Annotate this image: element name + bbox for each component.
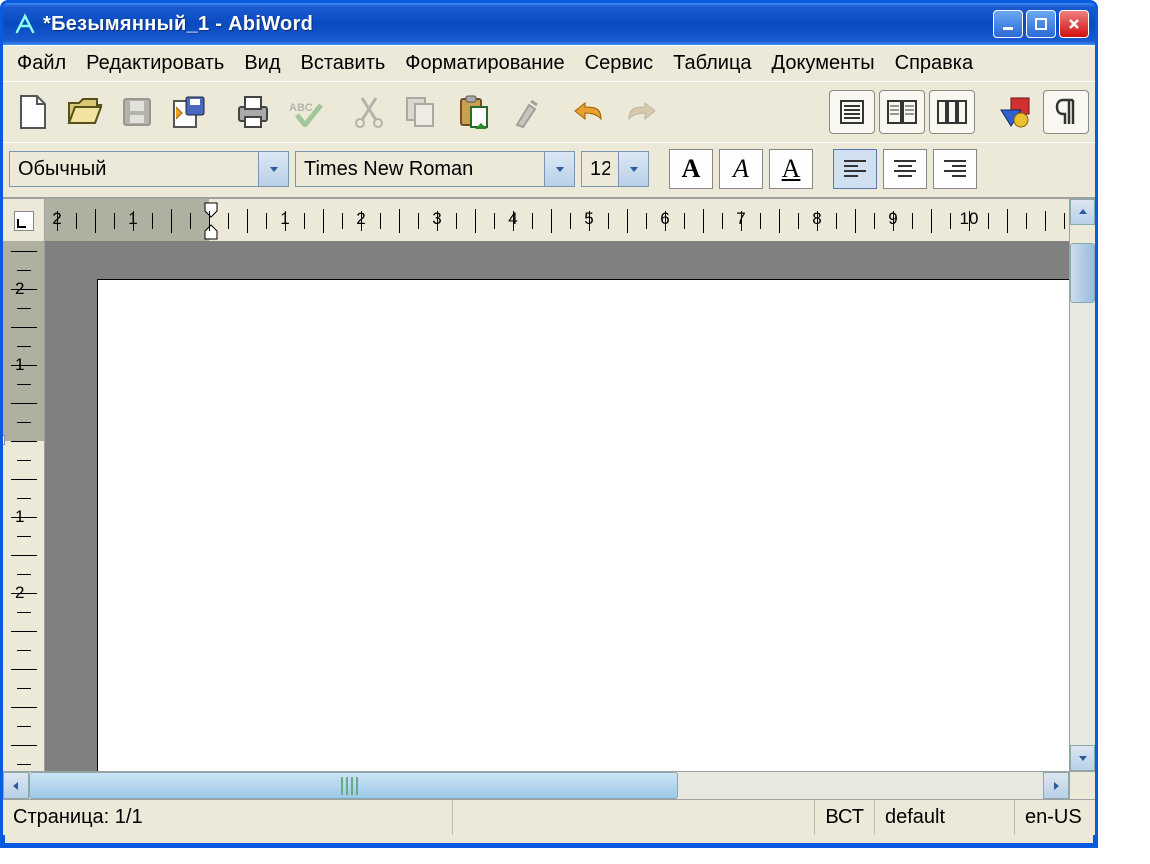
- style-combo[interactable]: [9, 151, 289, 187]
- italic-button[interactable]: А: [719, 149, 763, 189]
- shapes-button[interactable]: [991, 88, 1039, 136]
- document-viewport[interactable]: [45, 241, 1069, 771]
- menu-format[interactable]: Форматирование: [395, 48, 574, 79]
- show-paragraph-button[interactable]: [1043, 90, 1089, 134]
- vertical-ruler[interactable]: 2112: [3, 241, 45, 771]
- undo-button[interactable]: [565, 88, 613, 136]
- save-as-button[interactable]: [165, 88, 213, 136]
- menu-help[interactable]: Справка: [885, 48, 983, 79]
- bold-button[interactable]: А: [669, 149, 713, 189]
- vertical-scrollbar[interactable]: [1069, 241, 1095, 771]
- scroll-thumb[interactable]: [29, 772, 678, 799]
- font-size-field[interactable]: [582, 152, 618, 186]
- status-language[interactable]: en-US: [1015, 800, 1095, 835]
- scroll-grip-icon: [341, 777, 371, 795]
- status-insert-mode[interactable]: ВСТ: [815, 800, 875, 835]
- align-left-button[interactable]: [833, 149, 877, 189]
- menu-file[interactable]: Файл: [7, 48, 76, 79]
- new-button[interactable]: [9, 88, 57, 136]
- align-right-button[interactable]: [933, 149, 977, 189]
- app-window: *Безымянный_1 - AbiWord Файл Редактирова…: [0, 0, 1098, 848]
- minimize-button[interactable]: [993, 10, 1023, 38]
- cut-button[interactable]: [345, 88, 393, 136]
- scroll-track[interactable]: [29, 772, 1043, 799]
- status-style[interactable]: default: [875, 800, 1015, 835]
- svg-text:ABC: ABC: [289, 102, 313, 114]
- dropdown-arrow-icon[interactable]: [544, 152, 574, 186]
- horizontal-ruler[interactable]: 2112345678910: [45, 199, 1069, 243]
- view-two-page-button[interactable]: [879, 90, 925, 134]
- window-title: *Безымянный_1 - AbiWord: [43, 13, 993, 36]
- app-icon: [13, 12, 37, 36]
- ruler-area: 2112345678910: [3, 197, 1095, 241]
- menu-documents[interactable]: Документы: [762, 48, 885, 79]
- scrollbar-corner: [1069, 772, 1095, 799]
- font-size-combo[interactable]: [581, 151, 649, 187]
- window-controls: [993, 10, 1089, 38]
- view-single-page-button[interactable]: [829, 90, 875, 134]
- view-multi-page-button[interactable]: [929, 90, 975, 134]
- status-spacer: [453, 800, 815, 835]
- scroll-track[interactable]: [1070, 241, 1095, 745]
- tab-stop-icon: [14, 211, 34, 231]
- dropdown-arrow-icon[interactable]: [258, 152, 288, 186]
- format-painter-button[interactable]: [501, 88, 549, 136]
- close-button[interactable]: [1059, 10, 1089, 38]
- maximize-button[interactable]: [1026, 10, 1056, 38]
- scroll-down-button[interactable]: [1070, 745, 1095, 771]
- scroll-up-button[interactable]: [1070, 199, 1095, 225]
- page-break-marker-icon[interactable]: [0, 435, 5, 445]
- open-button[interactable]: [61, 88, 109, 136]
- scroll-right-button[interactable]: [1043, 772, 1069, 799]
- spellcheck-button[interactable]: ABC: [281, 88, 329, 136]
- menu-table[interactable]: Таблица: [663, 48, 761, 79]
- horizontal-scrollbar[interactable]: [3, 771, 1095, 799]
- font-field[interactable]: [296, 152, 544, 186]
- document-page[interactable]: [97, 279, 1069, 771]
- format-toolbar: А А А: [3, 142, 1095, 197]
- save-button[interactable]: [113, 88, 161, 136]
- scrollbar-top-cap: [1069, 199, 1095, 243]
- main-toolbar: ABC: [3, 81, 1095, 142]
- menu-bar: Файл Редактировать Вид Вставить Форматир…: [3, 45, 1095, 81]
- print-button[interactable]: [229, 88, 277, 136]
- scroll-thumb[interactable]: [1070, 243, 1095, 303]
- menu-insert[interactable]: Вставить: [291, 48, 396, 79]
- ruler-corner[interactable]: [3, 199, 45, 243]
- status-bar: Страница: 1/1 ВСТ default en-US: [3, 799, 1095, 835]
- redo-button[interactable]: [617, 88, 665, 136]
- dropdown-arrow-icon[interactable]: [618, 152, 648, 186]
- content-row: 2112: [3, 241, 1095, 771]
- titlebar[interactable]: *Безымянный_1 - AbiWord: [3, 3, 1095, 45]
- underline-button[interactable]: А: [769, 149, 813, 189]
- align-center-button[interactable]: [883, 149, 927, 189]
- scroll-left-button[interactable]: [3, 772, 29, 799]
- font-combo[interactable]: [295, 151, 575, 187]
- indent-marker-icon[interactable]: [203, 201, 219, 243]
- menu-view[interactable]: Вид: [234, 48, 290, 79]
- status-page: Страница: 1/1: [3, 800, 453, 835]
- menu-edit[interactable]: Редактировать: [76, 48, 234, 79]
- copy-button[interactable]: [397, 88, 445, 136]
- style-field[interactable]: [10, 152, 258, 186]
- paste-button[interactable]: [449, 88, 497, 136]
- menu-tools[interactable]: Сервис: [575, 48, 664, 79]
